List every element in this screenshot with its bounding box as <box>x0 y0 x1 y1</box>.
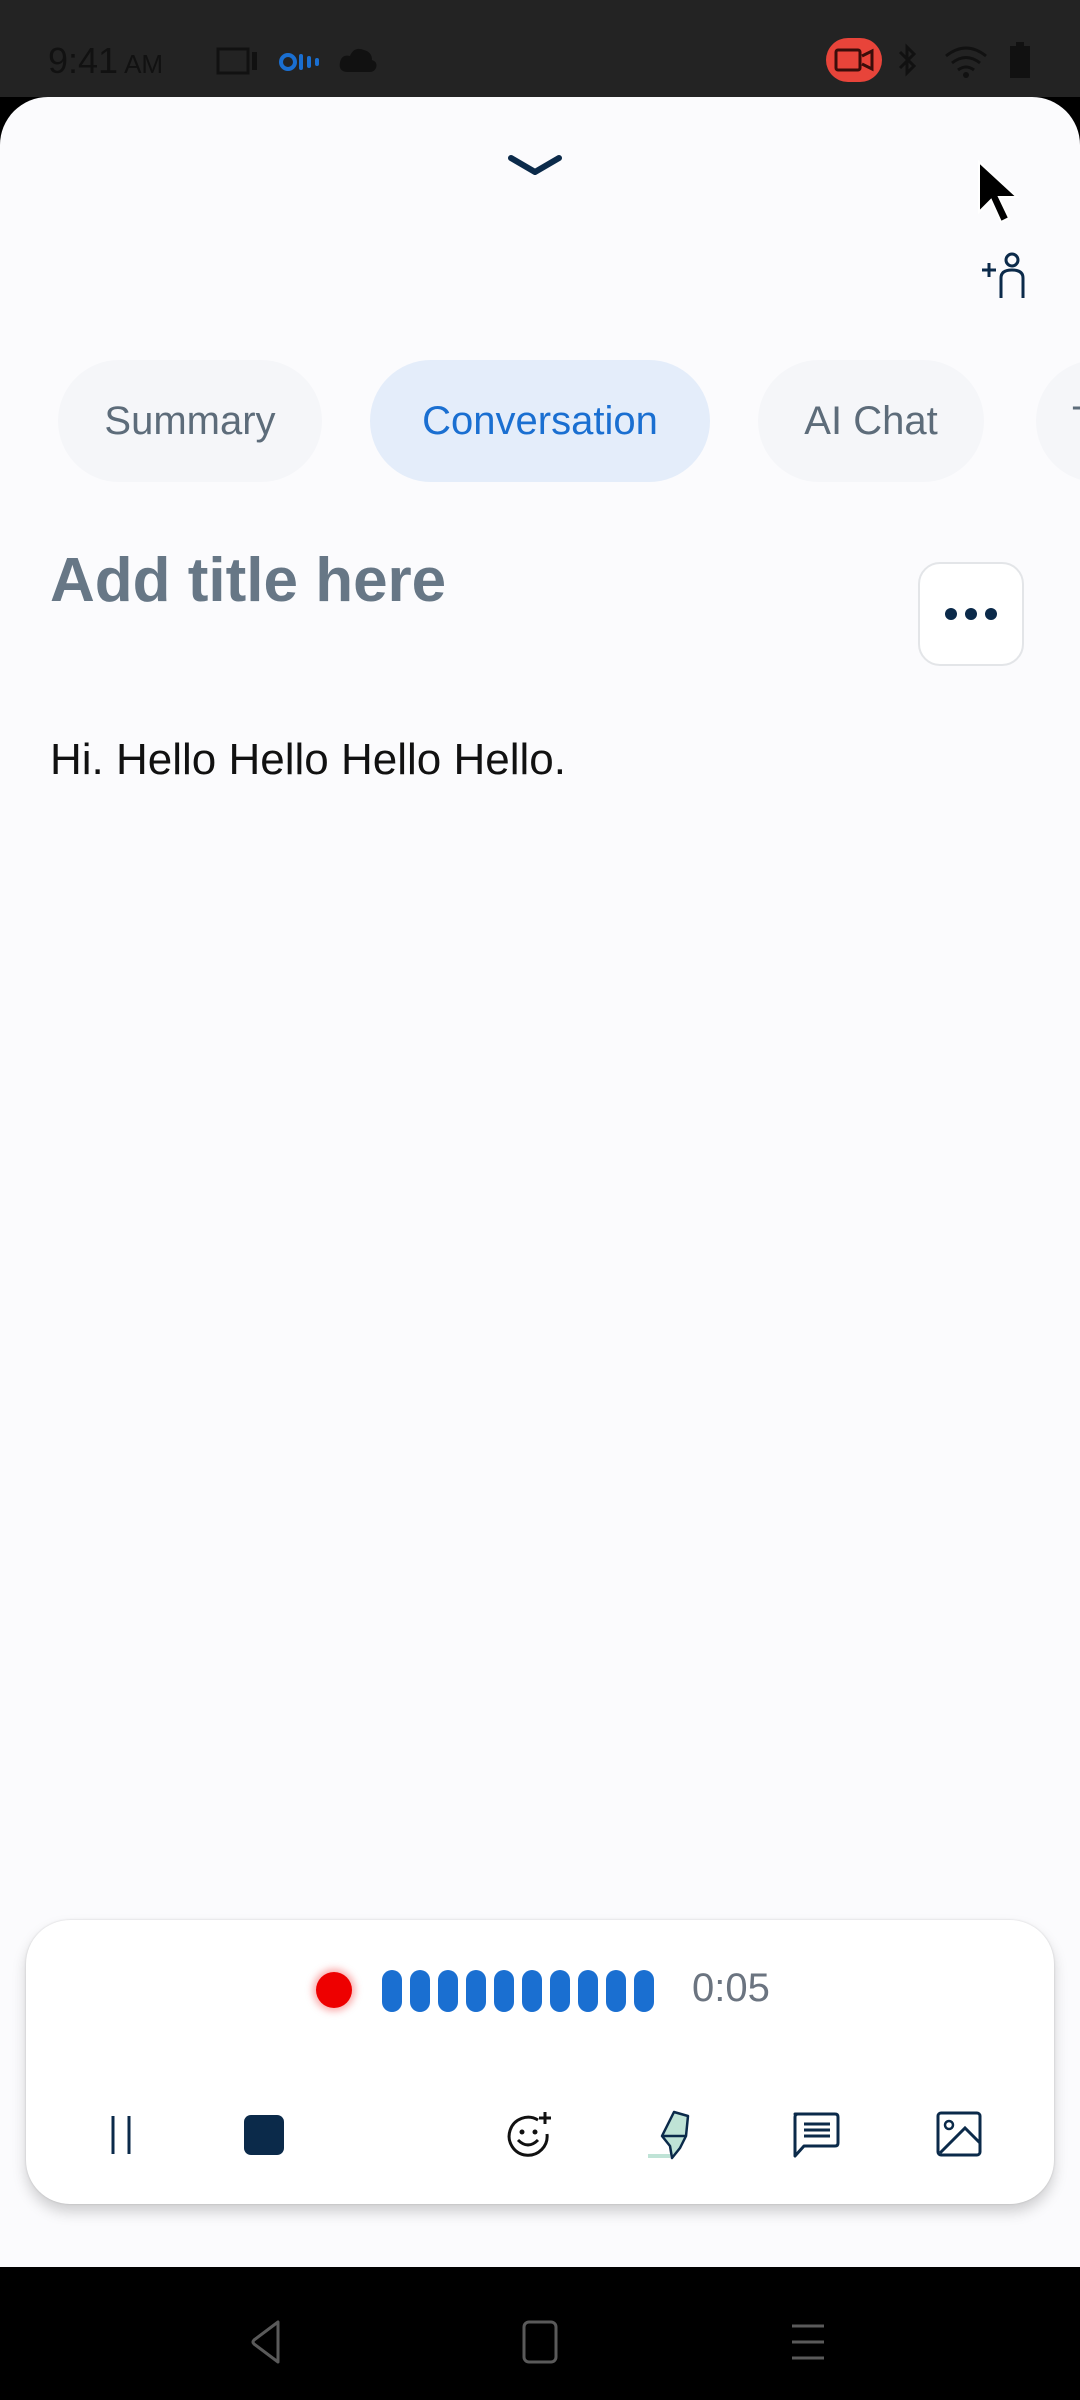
tab-label: AI Chat <box>804 398 938 443</box>
wifi-icon <box>945 46 987 78</box>
otter-app-icon <box>279 53 319 71</box>
battery-icon <box>1010 42 1030 78</box>
tab-conversation[interactable]: Conversation <box>370 360 710 482</box>
level-bar <box>410 1970 430 2012</box>
ampm-text: AM <box>124 49 164 79</box>
screen-record-icon <box>826 38 882 82</box>
bluetooth-icon <box>898 43 917 77</box>
image-icon[interactable] <box>934 2110 984 2160</box>
level-bar <box>522 1970 542 2012</box>
note-title-input[interactable]: Add title here <box>50 545 446 616</box>
highlighter-icon[interactable] <box>648 2110 698 2160</box>
level-bar <box>634 1970 654 2012</box>
tab-label: T <box>1072 399 1080 444</box>
emoji-plus-icon[interactable] <box>504 2110 554 2160</box>
tab-label: Summary <box>104 398 276 443</box>
pause-icon[interactable] <box>96 2110 146 2160</box>
recents-nav-icon[interactable] <box>790 2318 826 2366</box>
tab-partial[interactable]: T <box>1036 360 1080 482</box>
tab-bar: Summary Conversation AI Chat T <box>0 360 1080 482</box>
status-time: 9:41 AM <box>48 40 163 82</box>
dot <box>985 608 997 620</box>
tab-label: Conversation <box>422 398 658 443</box>
cloud-upload-icon <box>339 48 377 72</box>
back-nav-icon[interactable] <box>248 2318 284 2366</box>
level-bar <box>550 1970 570 2012</box>
level-bar <box>438 1970 458 2012</box>
more-options-button[interactable] <box>918 562 1024 666</box>
recorder-panel <box>26 1920 1054 2204</box>
time-text: 9:41 <box>48 40 119 81</box>
screen-icon <box>216 47 257 75</box>
dot <box>965 608 977 620</box>
add-person-icon[interactable] <box>980 252 1032 300</box>
tab-summary[interactable]: Summary <box>58 360 322 482</box>
mouse-cursor-icon <box>978 160 1020 224</box>
transcript-text: Hi. Hello Hello Hello Hello. <box>50 735 566 784</box>
level-bar <box>494 1970 514 2012</box>
stop-icon[interactable] <box>238 2110 288 2160</box>
chevron-down-icon[interactable] <box>505 150 565 180</box>
more-horizontal-icon <box>945 608 957 620</box>
audio-level-meter <box>382 1970 654 2012</box>
recording-indicator-icon <box>316 1972 352 2008</box>
level-bar <box>606 1970 626 2012</box>
level-bar <box>578 1970 598 2012</box>
status-bar: 9:41 AM <box>0 0 1080 97</box>
level-bar <box>466 1970 486 2012</box>
tab-ai-chat[interactable]: AI Chat <box>758 360 984 482</box>
home-nav-icon[interactable] <box>522 2318 558 2366</box>
comment-icon[interactable] <box>790 2110 840 2160</box>
level-bar <box>382 1970 402 2012</box>
recording-timer: 0:05 <box>692 1966 770 2010</box>
